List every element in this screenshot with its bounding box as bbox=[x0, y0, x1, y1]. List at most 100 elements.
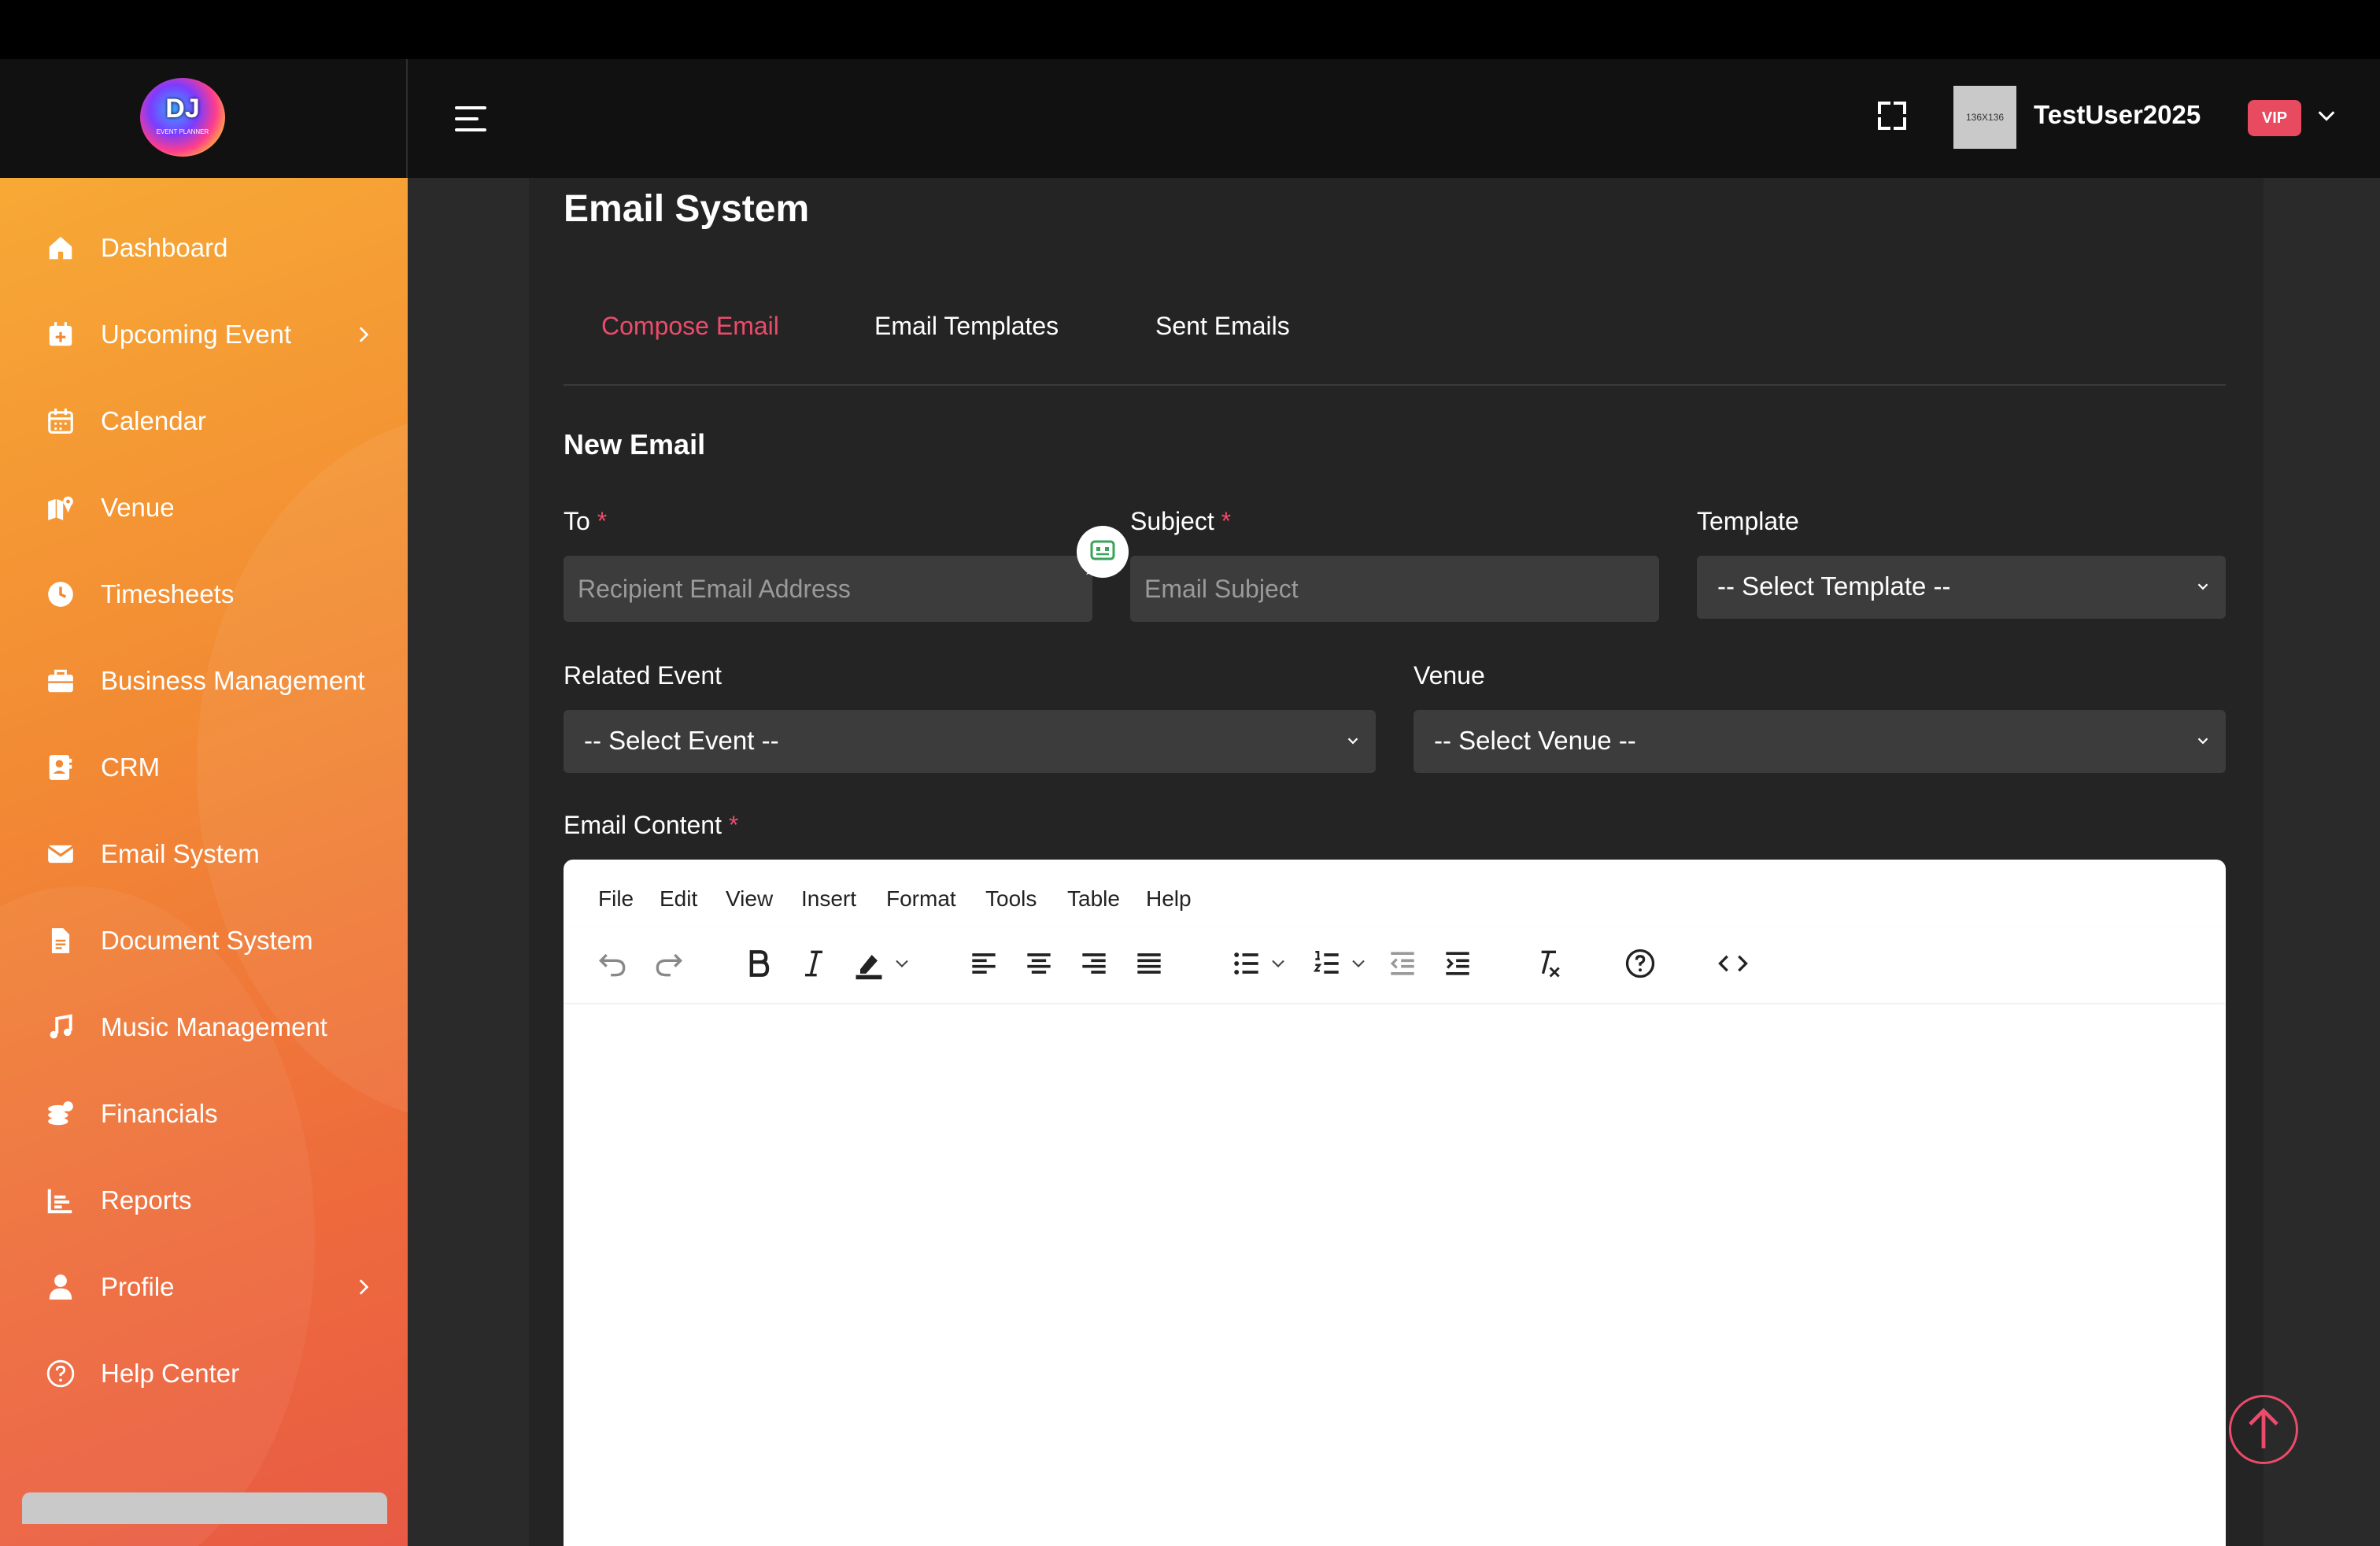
chevron-right-icon bbox=[359, 1279, 369, 1295]
bar-chart-icon bbox=[47, 1189, 72, 1214]
chevron-down-icon bbox=[1347, 738, 1358, 745]
align-center-icon[interactable] bbox=[1022, 946, 1056, 981]
document-icon bbox=[51, 928, 70, 953]
chevron-right-icon bbox=[359, 327, 369, 342]
sidebar-item-label: Document System bbox=[101, 926, 313, 955]
app-logo[interactable]: DJ EVENT PLANNER bbox=[140, 78, 225, 157]
venue-select-value: -- Select Venue -- bbox=[1434, 726, 1636, 755]
tab-sent-emails[interactable]: Sent Emails bbox=[1155, 312, 1290, 341]
numbered-list-icon[interactable] bbox=[1310, 946, 1344, 981]
indent-icon[interactable] bbox=[1440, 946, 1475, 981]
redo-icon[interactable] bbox=[652, 946, 686, 981]
template-label: Template bbox=[1697, 507, 1799, 535]
italic-icon[interactable] bbox=[796, 946, 831, 981]
logo-subtext: EVENT PLANNER bbox=[156, 128, 209, 135]
chevron-down-icon[interactable] bbox=[1347, 946, 1369, 981]
avatar[interactable]: 136X136 bbox=[1953, 86, 2016, 149]
source-code-icon[interactable] bbox=[1716, 946, 1750, 981]
briefcase-icon bbox=[48, 669, 73, 693]
align-right-icon[interactable] bbox=[1077, 946, 1111, 981]
sidebar-item-calendar[interactable]: Calendar bbox=[0, 389, 408, 452]
user-icon bbox=[49, 1274, 72, 1300]
sidebar-item-label: Calendar bbox=[101, 406, 206, 435]
chat-assistant-button[interactable] bbox=[1077, 526, 1129, 578]
sidebar-item-timesheets[interactable]: Timesheets bbox=[0, 562, 408, 625]
sidebar-scrollbar[interactable] bbox=[22, 1492, 387, 1524]
outdent-icon[interactable] bbox=[1385, 946, 1420, 981]
calendar-icon bbox=[48, 409, 73, 434]
bullet-list-icon[interactable] bbox=[1229, 946, 1264, 981]
template-select-value: -- Select Template -- bbox=[1717, 571, 1951, 601]
sidebar-item-music-management[interactable]: Music Management bbox=[0, 995, 408, 1058]
sidebar-item-document-system[interactable]: Document System bbox=[0, 908, 408, 971]
chevron-down-icon[interactable] bbox=[2315, 105, 2338, 127]
robot-icon bbox=[1086, 540, 1115, 575]
menu-insert[interactable]: Insert bbox=[801, 886, 856, 912]
sidebar-item-upcoming-event[interactable]: Upcoming Event bbox=[0, 302, 408, 365]
sidebar-item-help-center[interactable]: Help Center bbox=[0, 1341, 408, 1404]
rich-text-editor: File Edit View Insert Format Tools Table… bbox=[564, 860, 2226, 1546]
arrow-up-icon bbox=[2249, 1407, 2278, 1448]
align-justify-icon[interactable] bbox=[1132, 946, 1166, 981]
username[interactable]: TestUser2025 bbox=[2034, 100, 2201, 130]
related-event-label: Related Event bbox=[564, 661, 722, 690]
venue-select[interactable]: -- Select Venue -- bbox=[1414, 710, 2226, 773]
highlight-icon[interactable] bbox=[852, 946, 886, 981]
menu-help[interactable]: Help bbox=[1146, 886, 1192, 912]
sidebar-item-email-system[interactable]: Email System bbox=[0, 822, 408, 885]
home-icon bbox=[49, 236, 72, 260]
sidebar-item-profile[interactable]: Profile bbox=[0, 1255, 408, 1318]
menu-tools[interactable]: Tools bbox=[985, 886, 1037, 912]
tab-compose-email[interactable]: Compose Email bbox=[601, 312, 779, 341]
music-note-icon bbox=[50, 1014, 72, 1039]
fullscreen-icon[interactable] bbox=[1876, 100, 1908, 131]
menu-file[interactable]: File bbox=[598, 886, 634, 912]
sidebar-item-label: Timesheets bbox=[101, 579, 235, 608]
sidebar-item-venue[interactable]: Venue bbox=[0, 475, 408, 538]
chevron-down-icon[interactable] bbox=[891, 946, 913, 981]
top-header: DJ EVENT PLANNER 136X136 TestUser2025 VI… bbox=[0, 59, 2380, 178]
clear-formatting-icon[interactable] bbox=[1530, 946, 1565, 981]
event-select-value: -- Select Event -- bbox=[584, 726, 779, 755]
event-select[interactable]: -- Select Event -- bbox=[564, 710, 1376, 773]
menu-table[interactable]: Table bbox=[1067, 886, 1120, 912]
sidebar-item-financials[interactable]: Financials bbox=[0, 1082, 408, 1145]
sidebar-item-label: Email System bbox=[101, 839, 260, 868]
sidebar-item-reports[interactable]: Reports bbox=[0, 1168, 408, 1231]
clock-icon bbox=[48, 582, 73, 607]
chevron-down-icon bbox=[2197, 583, 2208, 590]
bold-icon[interactable] bbox=[741, 946, 776, 981]
menu-edit[interactable]: Edit bbox=[660, 886, 697, 912]
calendar-plus-icon bbox=[49, 322, 72, 346]
to-label: To * bbox=[564, 507, 608, 535]
subject-input[interactable] bbox=[1130, 556, 1659, 622]
sidebar-item-business-management[interactable]: Business Management bbox=[0, 649, 408, 712]
chevron-down-icon[interactable] bbox=[1267, 946, 1289, 981]
tab-email-templates[interactable]: Email Templates bbox=[874, 312, 1059, 341]
sidebar-item-label: Profile bbox=[101, 1272, 175, 1301]
sidebar: Dashboard Upcoming Event Calendar Venue … bbox=[0, 178, 408, 1546]
sidebar-item-label: Dashboard bbox=[101, 233, 228, 262]
venue-label: Venue bbox=[1414, 661, 1485, 690]
sidebar-item-label: Business Management bbox=[101, 666, 365, 695]
align-left-icon[interactable] bbox=[966, 946, 1001, 981]
undo-icon[interactable] bbox=[595, 946, 630, 981]
sidebar-item-crm[interactable]: CRM bbox=[0, 735, 408, 798]
sidebar-item-label: Financials bbox=[101, 1099, 218, 1128]
page-title: Email System bbox=[564, 188, 810, 230]
envelope-icon bbox=[47, 845, 74, 864]
editor-toolbar bbox=[564, 927, 2226, 1003]
help-icon[interactable] bbox=[1623, 946, 1658, 981]
chevron-down-icon bbox=[2197, 738, 2208, 745]
menu-view[interactable]: View bbox=[726, 886, 773, 912]
scroll-to-top-button[interactable] bbox=[2229, 1395, 2298, 1464]
menu-toggle-icon[interactable] bbox=[455, 103, 490, 135]
email-content-label: Email Content * bbox=[564, 811, 739, 839]
tab-divider bbox=[564, 384, 2226, 386]
sidebar-item-label: CRM bbox=[101, 753, 161, 782]
sidebar-item-dashboard[interactable]: Dashboard bbox=[0, 216, 408, 279]
to-input[interactable] bbox=[564, 556, 1092, 622]
menu-format[interactable]: Format bbox=[886, 886, 956, 912]
template-select[interactable]: -- Select Template -- bbox=[1697, 556, 2226, 619]
editor-content-area[interactable] bbox=[564, 1004, 2226, 1546]
